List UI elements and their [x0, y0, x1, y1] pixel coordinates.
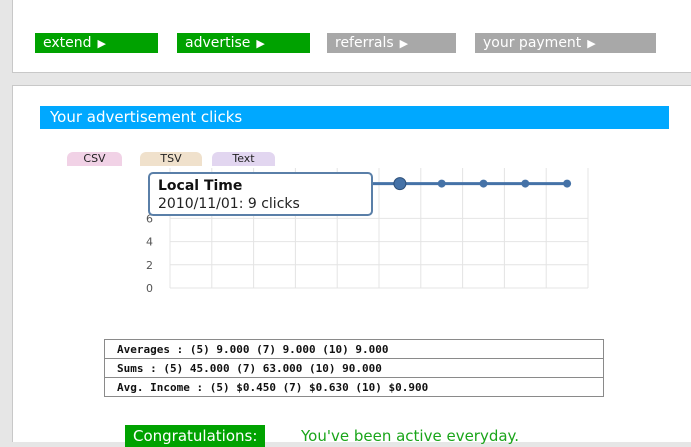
data-point	[479, 179, 488, 188]
stats-sums: Sums : (5) 45.000 (7) 63.000 (10) 90.000	[104, 358, 604, 378]
stats-row: Averages : (5) 9.000 (7) 9.000 (10) 9.00…	[104, 339, 604, 359]
congrats-badge: Congratulations:	[125, 425, 266, 447]
y-tick-label: 4	[146, 236, 153, 249]
data-point	[563, 179, 572, 188]
y-tick-label: 0	[146, 282, 153, 295]
data-point	[521, 179, 530, 188]
stats-averages: Averages : (5) 9.000 (7) 9.000 (10) 9.00…	[104, 339, 604, 359]
congrats-message: You've been active everyday.	[301, 427, 520, 445]
data-point	[437, 179, 446, 188]
stats-row: Avg. Income : (5) $0.450 (7) $0.630 (10)…	[104, 377, 604, 397]
chart-tooltip: Local Time 2010/11/01: 9 clicks	[148, 172, 373, 216]
stats-table: Averages : (5) 9.000 (7) 9.000 (10) 9.00…	[104, 339, 604, 397]
tooltip-body: 2010/11/01: 9 clicks	[158, 196, 300, 212]
tooltip-title: Local Time	[158, 178, 243, 194]
stats-avg-income: Avg. Income : (5) $0.450 (7) $0.630 (10)…	[104, 377, 604, 397]
y-tick-label: 2	[146, 259, 153, 272]
stats-row: Sums : (5) 45.000 (7) 63.000 (10) 90.000	[104, 358, 604, 378]
data-point	[393, 177, 407, 191]
